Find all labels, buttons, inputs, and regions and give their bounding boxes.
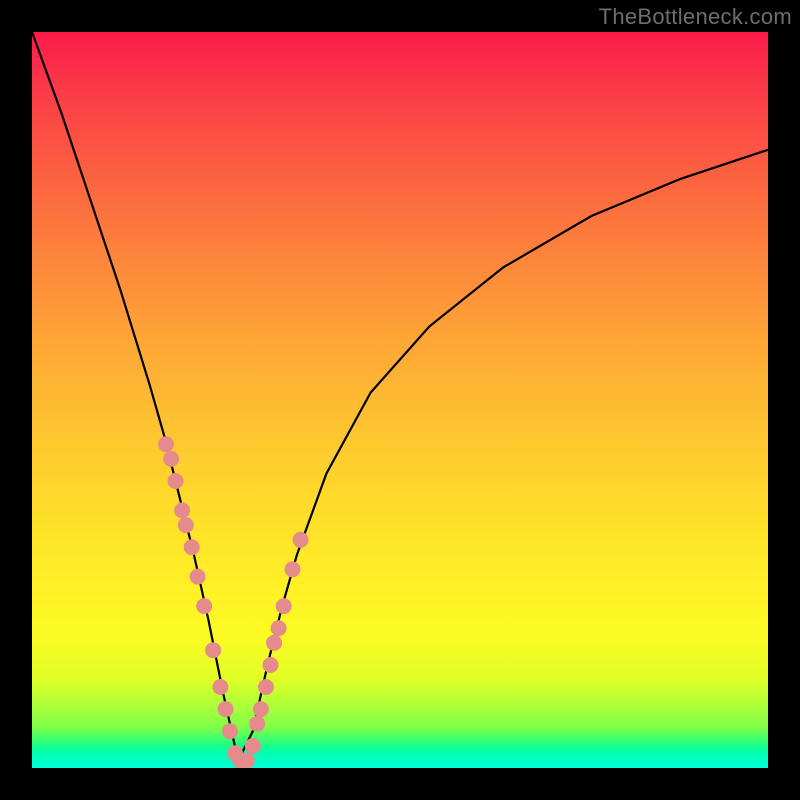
bottleneck-curve-svg — [32, 32, 768, 768]
marker-dot — [178, 517, 194, 533]
marker-dot — [239, 753, 255, 768]
marker-dot — [266, 635, 282, 651]
marker-dot — [276, 598, 292, 614]
marker-dot — [293, 532, 309, 548]
watermark-text: TheBottleneck.com — [599, 4, 792, 30]
marker-dot — [174, 502, 190, 518]
marker-dot — [190, 569, 206, 585]
bottleneck-curve — [32, 32, 768, 761]
marker-dot — [249, 716, 265, 732]
marker-dot — [184, 539, 200, 555]
marker-dot — [163, 451, 179, 467]
marker-dot — [168, 473, 184, 489]
marker-dot — [218, 701, 234, 717]
chart-frame: TheBottleneck.com — [0, 0, 800, 800]
marker-dot — [158, 436, 174, 452]
marker-dot — [263, 657, 279, 673]
marker-dot — [196, 598, 212, 614]
marker-dot — [245, 738, 261, 754]
marker-dot — [222, 723, 238, 739]
marker-dot — [258, 679, 274, 695]
marker-dot — [212, 679, 228, 695]
marker-dot — [253, 701, 269, 717]
marker-dot — [205, 642, 221, 658]
highlighted-markers — [158, 436, 309, 768]
marker-dot — [285, 561, 301, 577]
plot-area — [32, 32, 768, 768]
marker-dot — [271, 620, 287, 636]
